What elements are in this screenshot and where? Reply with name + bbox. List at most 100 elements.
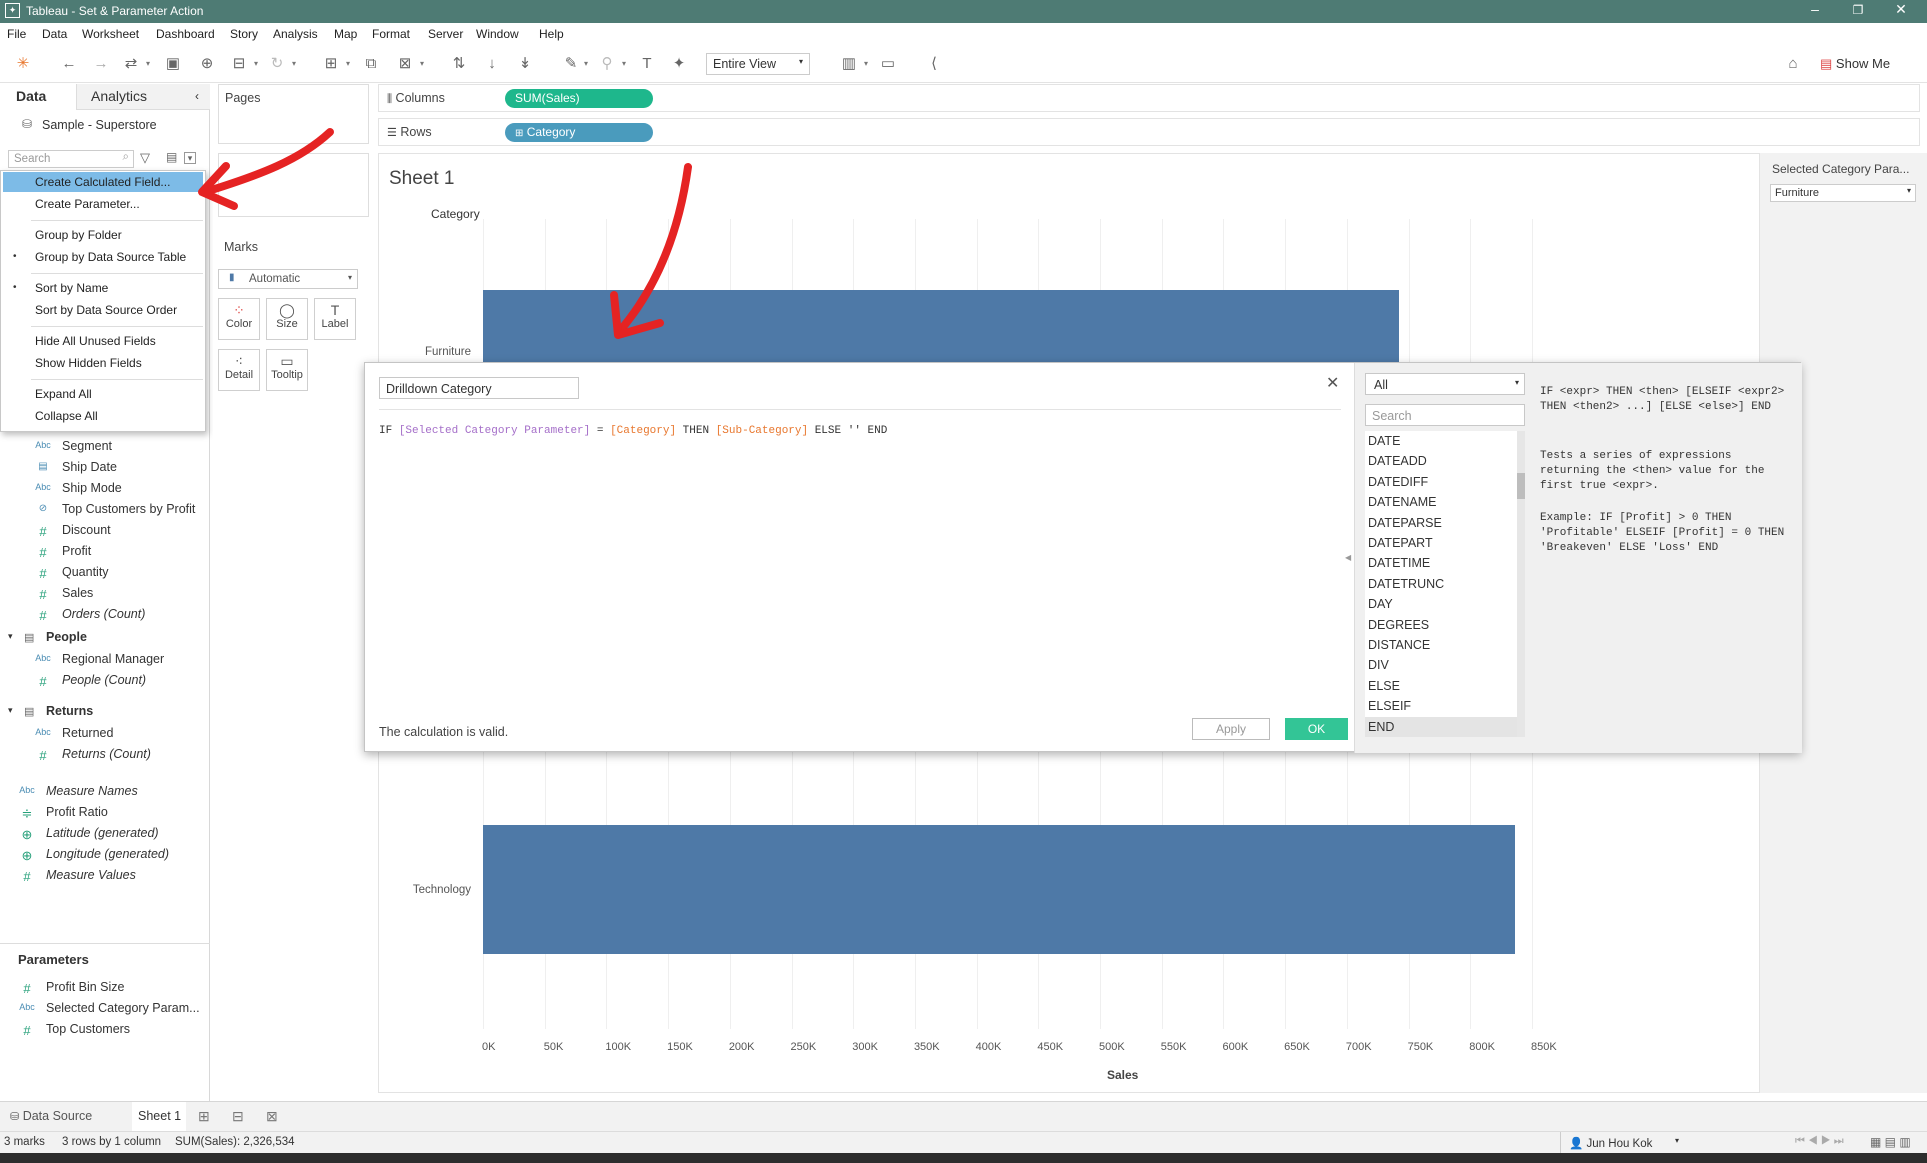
- collapse-functions-icon[interactable]: ◀: [1345, 553, 1351, 562]
- new-story-tab-icon[interactable]: ⊠: [266, 1108, 278, 1125]
- folder-expand-icon[interactable]: ▾: [8, 631, 13, 642]
- swap-rows-columns-icon[interactable]: ⇅: [448, 54, 470, 74]
- menu-group-by-folder[interactable]: Group by Folder: [35, 228, 122, 242]
- function-dateparse[interactable]: DATEPARSE: [1365, 513, 1517, 533]
- close-window-icon[interactable]: ✕: [1886, 1, 1916, 18]
- field-orders-count[interactable]: Orders (Count): [62, 607, 145, 621]
- menu-sort-by-name[interactable]: Sort by Name: [35, 281, 108, 295]
- function-search-input[interactable]: Search: [1365, 404, 1525, 426]
- apply-button[interactable]: Apply: [1192, 718, 1270, 740]
- menu-map[interactable]: Map: [334, 27, 357, 41]
- parameter-selected-category-param[interactable]: Selected Category Param...: [46, 1001, 200, 1015]
- show-me-button[interactable]: ▤ Show Me: [1820, 54, 1890, 74]
- bar-technology[interactable]: [483, 825, 1515, 954]
- field-measure-values[interactable]: Measure Values: [46, 868, 136, 882]
- parameter-top-customers[interactable]: Top Customers: [46, 1022, 130, 1036]
- folder-returns[interactable]: Returns: [46, 704, 93, 718]
- function-list-scrollbar[interactable]: [1517, 431, 1525, 737]
- menu-show-hidden-fields[interactable]: Show Hidden Fields: [35, 356, 142, 370]
- refresh-icon[interactable]: ↻: [266, 54, 288, 74]
- function-distance[interactable]: DISTANCE: [1365, 635, 1517, 655]
- folder-people[interactable]: People: [46, 630, 87, 644]
- menu-sort-by-data-source-order[interactable]: Sort by Data Source Order: [35, 303, 177, 317]
- detail-button[interactable]: ⁖ Detail: [218, 349, 260, 391]
- field-discount[interactable]: Discount: [62, 523, 111, 537]
- menu-story[interactable]: Story: [230, 27, 258, 41]
- menu-data[interactable]: Data: [42, 27, 67, 41]
- menu-create-calculated-field[interactable]: Create Calculated Field...: [35, 175, 170, 189]
- size-button[interactable]: ◯ Size: [266, 298, 308, 340]
- function-datename[interactable]: DATENAME: [1365, 492, 1517, 512]
- function-day[interactable]: DAY: [1365, 594, 1517, 614]
- columns-shelf[interactable]: ⫼ Columns SUM(Sales): [378, 84, 1920, 112]
- field-ship-date[interactable]: Ship Date: [62, 460, 117, 474]
- parameter-dropdown[interactable]: Furniture ▾: [1770, 184, 1916, 202]
- formula-editor[interactable]: IF [Selected Category Parameter] = [Cate…: [379, 425, 1341, 695]
- menu-analysis[interactable]: Analysis: [273, 27, 318, 41]
- folder-expand-icon[interactable]: ▾: [8, 705, 13, 716]
- maximize-icon[interactable]: ❐: [1843, 3, 1873, 17]
- label-button[interactable]: T Label: [314, 298, 356, 340]
- menu-collapse-all[interactable]: Collapse All: [35, 409, 98, 423]
- save-icon[interactable]: ▣: [162, 54, 184, 74]
- rows-shelf[interactable]: ☰ Rows ⊞ Category: [378, 118, 1920, 146]
- presenter-icon[interactable]: ⌂: [1782, 54, 1804, 74]
- sort-descending-icon[interactable]: ↡: [514, 54, 536, 74]
- menu-format[interactable]: Format: [372, 27, 410, 41]
- sheet-1-tab[interactable]: Sheet 1: [132, 1102, 186, 1131]
- group-icon[interactable]: ⚲: [596, 54, 618, 74]
- calc-name-input[interactable]: Drilldown Category: [379, 377, 579, 399]
- field-measure-names[interactable]: Measure Names: [46, 784, 138, 798]
- view-mode-icons[interactable]: ▦ ▤ ▥: [1870, 1135, 1911, 1149]
- tableau-logo-icon[interactable]: ✳: [12, 54, 34, 74]
- category-pill[interactable]: ⊞ Category: [505, 123, 653, 142]
- menu-worksheet[interactable]: Worksheet: [82, 27, 139, 41]
- function-category-dropdown[interactable]: All ▾: [1365, 373, 1525, 395]
- minimize-icon[interactable]: –: [1800, 1, 1830, 17]
- menu-window[interactable]: Window: [476, 27, 519, 41]
- undo-icon[interactable]: ←: [58, 54, 80, 74]
- ok-button[interactable]: OK: [1285, 718, 1348, 740]
- new-worksheet-icon[interactable]: ⊞: [320, 54, 342, 74]
- swap-icon[interactable]: ⇄: [120, 54, 142, 74]
- field-returns-count[interactable]: Returns (Count): [62, 747, 151, 761]
- mark-type-dropdown[interactable]: ▮ Automatic ▾: [218, 269, 358, 289]
- field-ship-mode[interactable]: Ship Mode: [62, 481, 122, 495]
- user-menu[interactable]: 👤 Jun Hou Kok ▾: [1560, 1132, 1685, 1153]
- new-datasource-icon[interactable]: ⊕: [196, 54, 218, 74]
- close-dialog-icon[interactable]: ✕: [1326, 373, 1339, 393]
- function-date[interactable]: DATE: [1365, 431, 1517, 451]
- presentation-mode-icon[interactable]: ▭: [877, 54, 899, 74]
- menu-create-parameter[interactable]: Create Parameter...: [35, 197, 140, 211]
- menu-expand-all[interactable]: Expand All: [35, 387, 92, 401]
- parameter-profit-bin-size[interactable]: Profit Bin Size: [46, 980, 125, 994]
- page-navigation-icons[interactable]: ⏮ ◀ ▶ ⏭: [1795, 1135, 1844, 1148]
- field-longitude-generated[interactable]: Longitude (generated): [46, 847, 169, 861]
- function-div[interactable]: DIV: [1365, 655, 1517, 675]
- field-latitude-generated[interactable]: Latitude (generated): [46, 826, 159, 840]
- new-dashboard-tab-icon[interactable]: ⊟: [232, 1108, 244, 1125]
- color-button[interactable]: ⁘ Color: [218, 298, 260, 340]
- field-people-count[interactable]: People (Count): [62, 673, 146, 687]
- function-end[interactable]: END: [1365, 716, 1517, 737]
- menu-server[interactable]: Server: [428, 27, 463, 41]
- field-quantity[interactable]: Quantity: [62, 565, 109, 579]
- redo-icon[interactable]: →: [90, 54, 112, 74]
- function-datediff[interactable]: DATEDIFF: [1365, 472, 1517, 492]
- function-elseif[interactable]: ELSEIF: [1365, 696, 1517, 716]
- menu-hide-all-unused-fields[interactable]: Hide All Unused Fields: [35, 334, 156, 348]
- field-sales[interactable]: Sales: [62, 586, 93, 600]
- new-worksheet-tab-icon[interactable]: ⊞: [198, 1108, 210, 1125]
- duplicate-icon[interactable]: ⧉: [360, 54, 382, 74]
- field-top-customers-by-profit[interactable]: Top Customers by Profit: [62, 502, 195, 516]
- pin-icon[interactable]: ✦: [668, 54, 690, 74]
- function-else[interactable]: ELSE: [1365, 676, 1517, 696]
- function-datetrunc[interactable]: DATETRUNC: [1365, 574, 1517, 594]
- share-icon[interactable]: ⟨: [923, 54, 945, 74]
- field-profit[interactable]: Profit: [62, 544, 91, 558]
- menu-file[interactable]: File: [7, 27, 26, 41]
- tooltip-button[interactable]: ▭ Tooltip: [266, 349, 308, 391]
- field-segment[interactable]: Segment: [62, 439, 112, 453]
- function-datepart[interactable]: DATEPART: [1365, 533, 1517, 553]
- highlight-icon[interactable]: ✎: [560, 54, 582, 74]
